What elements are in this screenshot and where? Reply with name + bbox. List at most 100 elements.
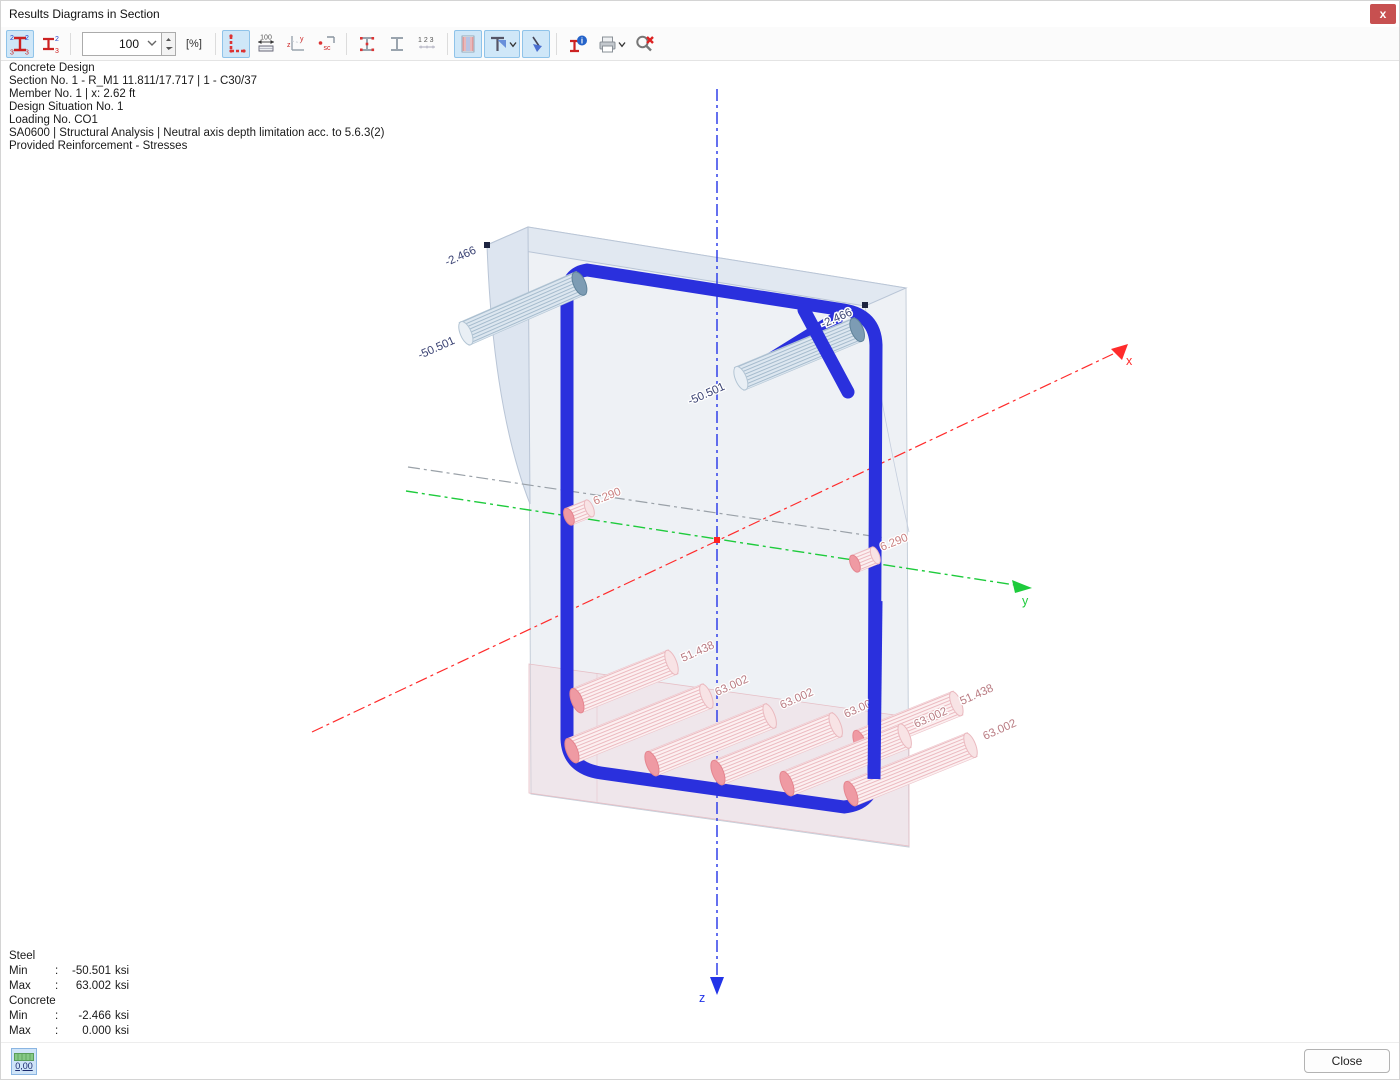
print-button[interactable] [593, 30, 629, 58]
axis-y-label: y [1022, 594, 1029, 608]
legend-value: 0.000 [82, 1025, 111, 1037]
section-axes-button[interactable]: y z [282, 30, 310, 58]
stress-section-single-icon: 2 3 [43, 36, 59, 55]
numbering-button[interactable]: 1 2 3 [413, 30, 441, 58]
axis-z-arrow [710, 977, 724, 995]
legend-value: -50.501 [71, 965, 111, 977]
svg-text:2: 2 [25, 35, 29, 42]
close-button[interactable]: Close [1304, 1049, 1390, 1073]
svg-text:100: 100 [260, 34, 272, 41]
svg-text:y: y [300, 36, 304, 43]
footer-bar: 0,00 Close [1, 1042, 1399, 1079]
info-line: Design Situation No. 1 [9, 101, 124, 113]
info-line: Provided Reinforcement - Stresses [9, 140, 188, 152]
svg-text:sc: sc [323, 45, 331, 52]
title-bar: Results Diagrams in Section x [1, 1, 1399, 28]
results-diagrams-window: 63.002 -2.466 -2.466 -50.501 -50.501 6.2… [0, 0, 1400, 1080]
svg-text:3: 3 [10, 49, 14, 55]
toolbar-separator [345, 32, 347, 55]
spinner-arrows-icon [166, 37, 173, 50]
corner-results-button[interactable] [221, 29, 250, 58]
scale-value: 100 [118, 36, 139, 51]
svg-text:3: 3 [25, 49, 29, 55]
beam-dimension-icon: 100 [257, 34, 274, 51]
stress-label-concrete-left: -2.466 [443, 245, 478, 269]
info-line: Member No. 1 | x: 2.62 ft [9, 88, 136, 100]
stress-points-all-button[interactable]: 2 2 3 3 [6, 29, 34, 58]
zoom-cancel-icon [636, 35, 654, 51]
stress-label-steel-top-left: -50.501 [416, 335, 457, 362]
svg-text:3: 3 [55, 48, 59, 55]
result-arrows-button[interactable] [521, 29, 550, 58]
stirrup-right-leg [867, 600, 883, 780]
window-title: Results Diagrams in Section [9, 7, 160, 21]
info-line: SA0600 | Structural Analysis | Neutral a… [9, 127, 385, 139]
legend-row: Max:0.000 ksi [9, 1025, 130, 1037]
scale-diagram-button[interactable]: 100 [252, 30, 280, 58]
legend-steel-header: Steel [9, 950, 36, 962]
info-line: Section No. 1 - R_M1 11.811/17.717 | 1 -… [9, 75, 258, 87]
ibeam-outline-icon [390, 36, 403, 51]
legend-value: -2.466 [78, 1010, 111, 1022]
stress-points-single-button[interactable]: 2 3 [36, 30, 64, 58]
numbering-icon: 1 2 3 [418, 37, 435, 48]
axis-x-label: x [1126, 354, 1133, 368]
svg-text:2: 2 [55, 36, 59, 43]
legend-unit: ksi [115, 1010, 130, 1022]
axis-z-label: z [699, 991, 705, 1005]
scale-spinner[interactable] [162, 31, 176, 56]
legend-row: Max:63.002 ksi [9, 980, 130, 992]
legend-label: Min [9, 965, 28, 977]
legend-label: Max [9, 980, 31, 992]
stress-node-marker-left [484, 242, 490, 248]
stress-points-display-button[interactable] [353, 30, 381, 58]
svg-text:i: i [581, 36, 583, 45]
legend-row: Min: -50.501 ksi [9, 965, 130, 977]
toolbar-separator [555, 32, 557, 55]
legend-value: 63.002 [75, 980, 111, 992]
legend-unit: ksi [115, 1025, 130, 1037]
info-line: Concrete Design [9, 62, 95, 74]
percent-label: [%] [186, 37, 202, 50]
diagram-type-button[interactable] [483, 29, 520, 58]
section-yz-axes-icon: y z [287, 35, 304, 51]
cancel-zoom-button[interactable] [631, 30, 659, 58]
result-arrow-icon [532, 36, 542, 52]
window-close-button[interactable]: x [1370, 4, 1396, 24]
toolbar-separator [446, 32, 448, 55]
stress-label-out-bottom: 63.002 [981, 717, 1018, 742]
section-info-button[interactable]: i [563, 30, 591, 58]
shear-center-button[interactable]: sc [312, 30, 340, 58]
shear-center-icon: sc [318, 35, 335, 52]
hatched-section-icon [461, 35, 475, 52]
info-line: Loading No. CO1 [9, 114, 98, 126]
svg-text:z: z [287, 42, 291, 49]
corner-l-icon [229, 33, 246, 53]
ruler-icon [14, 1052, 34, 1061]
decimal-places-button[interactable]: 0,00 [11, 1048, 37, 1075]
hatching-button[interactable] [453, 29, 482, 58]
results-3d-view[interactable]: 63.002 -2.466 -2.466 -50.501 -50.501 6.2… [1, 1, 1400, 1080]
legend-concrete-header: Concrete [9, 995, 56, 1007]
section-outline-button[interactable] [383, 30, 411, 58]
section-center-point [714, 537, 720, 543]
legend-label: Min [9, 1010, 28, 1022]
axis-y-arrow [1012, 580, 1032, 593]
stress-legend: Steel Min: -50.501 ksi Max:63.002 ksi Concr… [9, 949, 129, 1039]
toolbar-separator [70, 32, 71, 55]
printer-icon [599, 36, 626, 52]
stress-node-marker-right [862, 302, 868, 308]
stress-block-left-face [486, 226, 531, 505]
stress-diagram-icon [490, 36, 517, 51]
stress-section-all-icon: 2 2 3 3 [10, 35, 29, 55]
chevron-down-icon [147, 40, 157, 46]
legend-unit: ksi [115, 980, 130, 992]
legend-label: Max [9, 1025, 31, 1037]
toolbar-separator [214, 32, 216, 55]
legend-row: Min: -2.466 ksi [9, 1010, 130, 1022]
legend-unit: ksi [115, 965, 130, 977]
stress-label-layer2-right: 51.438 [958, 682, 995, 707]
scale-dropdown[interactable]: 100 [82, 31, 162, 56]
design-info-block: Concrete Design Section No. 1 - R_M1 11.… [9, 62, 384, 153]
decimal-places-value: 0,00 [15, 1060, 33, 1071]
